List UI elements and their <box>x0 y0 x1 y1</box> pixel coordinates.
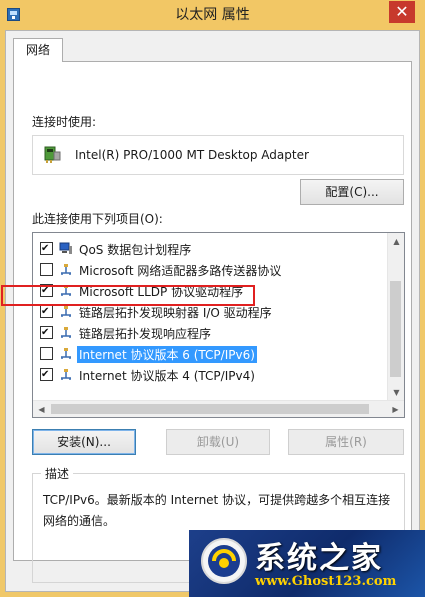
tab-panel: 连接时使用: Intel(R) PRO/1000 MT Desktop Adap… <box>13 61 412 583</box>
protocol-icon <box>61 264 71 275</box>
items-label: 此连接使用下列项目(O): <box>32 212 163 226</box>
item-label: 链路层拓扑发现响应程序 <box>79 327 212 341</box>
item-label: 链路层拓扑发现映射器 I/O 驱动程序 <box>79 306 272 320</box>
tab-network[interactable]: 网络 <box>13 38 63 62</box>
watermark: 系统之家 www.Ghost123.com <box>189 530 425 597</box>
item-label: Internet 协议版本 4 (TCP/IPv4) <box>79 369 255 383</box>
horizontal-scroll-thumb[interactable] <box>51 404 369 414</box>
item-checkbox[interactable] <box>40 242 53 255</box>
protocol-icon <box>61 327 71 338</box>
description-text: TCP/IPv6。最新版本的 Internet 协议，可提供跨越多个相互连接网络… <box>43 493 391 528</box>
configure-button[interactable]: 配置(C)... <box>300 179 404 205</box>
list-item[interactable]: Microsoft 网络适配器多路传送器协议 <box>33 259 388 280</box>
scroll-left-icon[interactable]: ◀ <box>33 401 50 417</box>
adapter-icon <box>44 146 61 163</box>
item-label: QoS 数据包计划程序 <box>79 243 192 257</box>
list-item[interactable]: Internet 协议版本 4 (TCP/IPv4) <box>33 364 388 385</box>
dialog-client: 网络 连接时使用: Intel(R) PRO/1000 MT Desktop A… <box>5 30 420 592</box>
adapter-name: Intel(R) PRO/1000 MT Desktop Adapter <box>75 148 309 162</box>
vertical-scrollbar[interactable]: ▲ ▼ <box>387 233 404 401</box>
vertical-scroll-thumb[interactable] <box>390 281 401 377</box>
network-client-icon <box>59 242 72 254</box>
item-checkbox[interactable] <box>40 347 53 360</box>
protocol-icon <box>61 348 71 359</box>
item-checkbox[interactable] <box>40 263 53 276</box>
properties-button[interactable]: 属性(R) <box>288 429 404 455</box>
uninstall-button[interactable]: 卸载(U) <box>166 429 270 455</box>
close-button[interactable]: ✕ <box>389 1 415 23</box>
protocol-icon <box>61 306 71 317</box>
watermark-logo-icon <box>201 538 247 584</box>
title-bar: 以太网 属性 ✕ <box>0 0 425 30</box>
watermark-url: www.Ghost123.com <box>255 574 397 589</box>
window-title: 以太网 属性 <box>175 7 250 23</box>
watermark-title: 系统之家 <box>255 541 383 576</box>
annotation-highlight <box>1 285 255 306</box>
item-label: Internet 协议版本 6 (TCP/IPv6) <box>77 346 257 363</box>
item-checkbox[interactable] <box>40 305 53 318</box>
description-legend: 描述 <box>41 465 74 482</box>
scroll-down-icon[interactable]: ▼ <box>388 384 404 401</box>
scroll-right-icon[interactable]: ▶ <box>387 401 404 417</box>
item-checkbox[interactable] <box>40 326 53 339</box>
list-item-selected[interactable]: Internet 协议版本 6 (TCP/IPv6) <box>33 343 388 364</box>
connect-using-label: 连接时使用: <box>32 115 97 129</box>
items-list[interactable]: QoS 数据包计划程序 Microsoft 网络适配器多路传送器协议 Micro… <box>32 232 405 418</box>
protocol-icon <box>61 369 71 380</box>
list-item[interactable]: QoS 数据包计划程序 <box>33 238 388 259</box>
install-button[interactable]: 安装(N)... <box>32 429 136 455</box>
adapter-box: Intel(R) PRO/1000 MT Desktop Adapter <box>32 135 404 175</box>
scroll-up-icon[interactable]: ▲ <box>388 233 404 250</box>
item-label: Microsoft 网络适配器多路传送器协议 <box>79 264 282 278</box>
horizontal-scrollbar[interactable]: ◀ ▶ <box>33 400 404 417</box>
tab-network-label: 网络 <box>25 43 50 57</box>
list-item[interactable]: 链路层拓扑发现响应程序 <box>33 322 388 343</box>
item-checkbox[interactable] <box>40 368 53 381</box>
